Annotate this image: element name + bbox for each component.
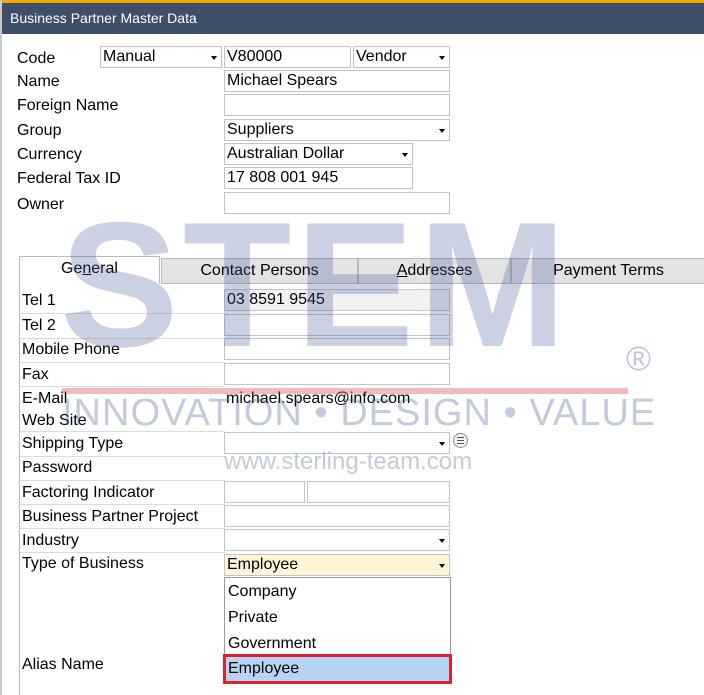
- tel1-input[interactable]: 03 8591 9545: [224, 289, 450, 311]
- chevron-down-icon: [402, 153, 408, 157]
- project-label: Business Partner Project: [22, 508, 199, 525]
- business-type-dropdown: Company Private Government Employee: [223, 577, 452, 684]
- group-select[interactable]: Suppliers: [224, 119, 450, 141]
- name-value: Michael Spears: [227, 72, 338, 89]
- list-options-icon[interactable]: [453, 433, 468, 448]
- business-partner-window: Business Partner Master Data Code Manual…: [0, 0, 704, 695]
- name-label: Name: [17, 73, 60, 90]
- tab-payment-terms-label: Payment Terms: [553, 262, 664, 279]
- shipping-label: Shipping Type: [22, 435, 124, 452]
- option-private[interactable]: Private: [225, 605, 450, 631]
- tax-id-input[interactable]: 17 808 001 945: [224, 167, 413, 189]
- tab-contact-persons[interactable]: Contact Persons: [161, 258, 358, 284]
- tab-contact-persons-label: Contact Persons: [200, 262, 319, 279]
- factoring-code-input[interactable]: [224, 481, 305, 503]
- foreign-name-label: Foreign Name: [17, 97, 119, 114]
- website-label: Web Site: [22, 412, 87, 429]
- currency-value: Australian Dollar: [227, 145, 345, 162]
- tab-payment-terms[interactable]: Payment Terms: [511, 258, 704, 284]
- row-divider: [20, 528, 225, 529]
- row-divider: [20, 362, 225, 363]
- owner-label: Owner: [17, 196, 65, 213]
- code-series-select[interactable]: Manual: [100, 46, 222, 68]
- currency-label: Currency: [17, 146, 82, 163]
- currency-select[interactable]: Australian Dollar: [224, 143, 413, 165]
- business-type-select[interactable]: Employee: [224, 554, 450, 576]
- tab-general[interactable]: General: [19, 256, 160, 284]
- tab-general-label-rest: eral: [91, 260, 118, 277]
- row-divider: [20, 504, 225, 505]
- email-label: E-Mail: [22, 390, 68, 407]
- row-divider: [20, 338, 225, 339]
- group-label: Group: [17, 122, 62, 139]
- tel1-value: 03 8591 9545: [227, 291, 325, 308]
- chevron-down-icon: [439, 129, 445, 133]
- foreign-name-input[interactable]: [224, 94, 450, 116]
- code-series-value: Manual: [103, 48, 156, 65]
- row-divider: [20, 552, 225, 553]
- partner-type-value: Vendor: [356, 48, 407, 65]
- tab-addresses[interactable]: Addresses: [358, 258, 511, 284]
- code-input[interactable]: V80000: [224, 46, 351, 68]
- group-value: Suppliers: [227, 121, 294, 138]
- chevron-down-icon: [439, 442, 445, 446]
- chevron-down-icon: [439, 539, 445, 543]
- option-company[interactable]: Company: [225, 579, 450, 605]
- industry-label: Industry: [22, 532, 79, 549]
- tab-general-label: Ge: [61, 260, 83, 277]
- factoring-label: Factoring Indicator: [22, 484, 155, 501]
- business-type-value: Employee: [227, 556, 299, 573]
- tab-general-mnemonic: n: [82, 260, 92, 277]
- chevron-down-icon: [211, 56, 217, 60]
- code-label: Code: [17, 50, 56, 67]
- name-input[interactable]: Michael Spears: [224, 70, 450, 92]
- partner-type-select[interactable]: Vendor: [353, 46, 450, 68]
- email-value[interactable]: michael.spears@info.com: [226, 389, 410, 409]
- alias-label: Alias Name: [22, 656, 104, 673]
- owner-input[interactable]: [224, 192, 450, 214]
- row-divider: [20, 386, 225, 387]
- tel2-input[interactable]: [224, 314, 450, 336]
- tel1-label: Tel 1: [22, 292, 56, 309]
- password-label: Password: [22, 459, 93, 476]
- shipping-type-select[interactable]: [224, 432, 450, 454]
- code-value: V80000: [227, 48, 283, 65]
- tab-strip: General Contact Persons Addresses Paymen…: [19, 256, 704, 284]
- factoring-name-input[interactable]: [307, 481, 450, 503]
- row-divider: [20, 480, 225, 481]
- row-divider: [20, 313, 225, 314]
- tab-addresses-mnemonic: A: [396, 262, 408, 279]
- project-input[interactable]: [224, 505, 450, 527]
- fax-input[interactable]: [224, 363, 450, 385]
- chevron-down-icon: [439, 56, 445, 60]
- mobile-input[interactable]: [224, 338, 450, 360]
- row-divider: [20, 456, 225, 457]
- window-title: Business Partner Master Data: [2, 0, 704, 34]
- tax-id-label: Federal Tax ID: [17, 170, 121, 187]
- industry-select[interactable]: [224, 529, 450, 551]
- tax-id-value: 17 808 001 945: [227, 169, 339, 186]
- mobile-label: Mobile Phone: [22, 341, 120, 358]
- option-employee[interactable]: Employee: [223, 654, 452, 684]
- tab-addresses-label: ddresses: [407, 262, 473, 279]
- row-divider: [20, 431, 225, 432]
- business-type-label: Type of Business: [22, 555, 144, 572]
- option-government[interactable]: Government: [225, 631, 450, 657]
- chevron-down-icon: [439, 564, 445, 568]
- tel2-label: Tel 2: [22, 317, 56, 334]
- fax-label: Fax: [22, 366, 49, 383]
